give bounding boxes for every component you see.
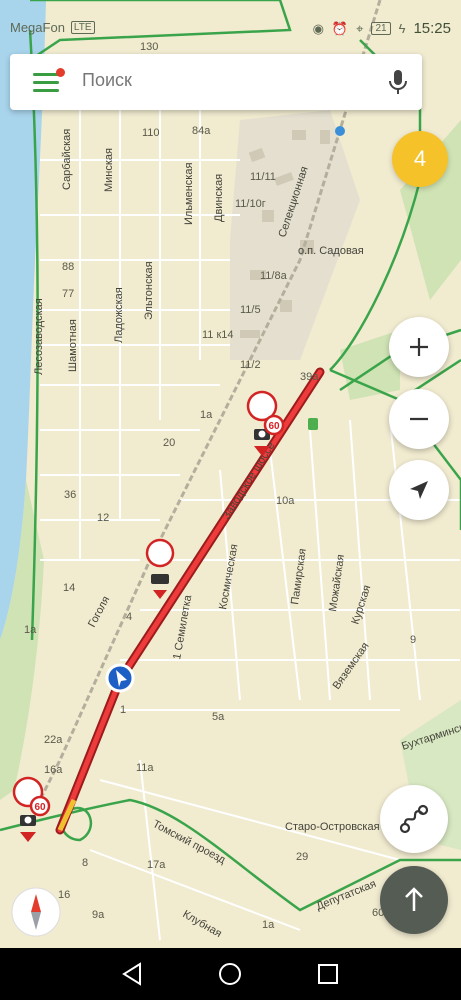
street-label-dvinskaya: Двинская (213, 174, 225, 222)
house-number: 1а (200, 409, 213, 421)
house-number: 11а (136, 762, 154, 774)
speed-limit-label: 60 (34, 802, 46, 813)
microphone-icon[interactable] (386, 68, 410, 96)
house-number: 5а (212, 711, 225, 723)
home-icon[interactable] (216, 960, 244, 988)
accident-icon (151, 574, 169, 584)
house-number: 14 (63, 582, 75, 594)
house-number: 88 (62, 261, 74, 273)
house-number: 84а (192, 125, 211, 137)
speed-limit-label: 60 (268, 421, 280, 432)
house-number: 9 (410, 634, 416, 646)
current-location-marker (105, 663, 135, 693)
house-number: 11/2 (240, 359, 261, 371)
search-bar[interactable]: Поиск (10, 54, 422, 110)
locate-arrow-icon (410, 481, 428, 499)
routes-button[interactable] (380, 785, 448, 853)
house-number: 110 (142, 127, 160, 139)
house-number: 11/11 (250, 171, 276, 183)
street-label-ladozhskaya: Ладожская (113, 287, 125, 343)
street-label-ilmenskaya: Ильменская (183, 163, 195, 225)
navigator-button[interactable] (380, 866, 448, 934)
house-number: 1а (262, 919, 275, 931)
house-number: 1 (120, 704, 126, 716)
menu-icon[interactable] (33, 68, 65, 93)
station-icon[interactable] (335, 126, 345, 136)
house-number: 130 (140, 41, 158, 53)
house-number: 11 к14 (202, 329, 234, 341)
house-number: 11/5 (240, 304, 261, 316)
traffic-score-badge[interactable]: 4 (392, 131, 448, 187)
system-nav-bar (0, 948, 461, 1000)
street-label-shamotnaya: Шамотная (67, 319, 79, 372)
house-number: 39а (300, 371, 319, 383)
house-number: 77 (62, 288, 74, 300)
arrow-up-icon (405, 887, 423, 911)
search-input[interactable]: Поиск (82, 70, 132, 91)
house-number: 8 (82, 857, 88, 869)
house-number: 16а (44, 764, 63, 776)
street-label-eltonskaya: Эльтонская (143, 261, 155, 320)
street-label-lesozavodskaya: Лесозаводская (33, 298, 45, 375)
route-icon (399, 804, 429, 834)
back-icon[interactable] (118, 960, 146, 988)
house-number: 10а (276, 495, 295, 507)
minus-icon (410, 417, 428, 421)
street-label-staro-ostrovskaya: Старо-Островская (285, 821, 380, 833)
traffic-score-value: 4 (413, 146, 427, 171)
house-number: 11/10г (235, 198, 266, 210)
house-number: 16 (58, 889, 70, 901)
my-location-button[interactable] (389, 460, 449, 520)
house-number: 9а (92, 909, 105, 921)
house-number: 1а (24, 624, 37, 636)
notification-dot (56, 68, 65, 77)
street-label-sarbayskaya: Сарбайская (61, 129, 73, 190)
zoom-in-button[interactable] (389, 317, 449, 377)
recents-icon[interactable] (314, 960, 342, 988)
station-label-sadovaya: о.п. Садовая (298, 245, 364, 257)
plus-icon (410, 338, 428, 356)
house-number: 22а (44, 734, 63, 746)
house-number: 29 (296, 851, 308, 863)
street-label-minskaya: Минская (103, 148, 115, 192)
fuel-station-icon[interactable] (308, 418, 318, 430)
house-number: 11/8а (260, 270, 288, 282)
compass-button[interactable] (11, 887, 61, 937)
zoom-out-button[interactable] (389, 389, 449, 449)
house-number: 20 (163, 437, 175, 449)
house-number: 36 (64, 489, 76, 501)
house-number: 4 (126, 611, 132, 623)
house-number: 12 (97, 512, 109, 524)
house-number: 17а (147, 859, 166, 871)
